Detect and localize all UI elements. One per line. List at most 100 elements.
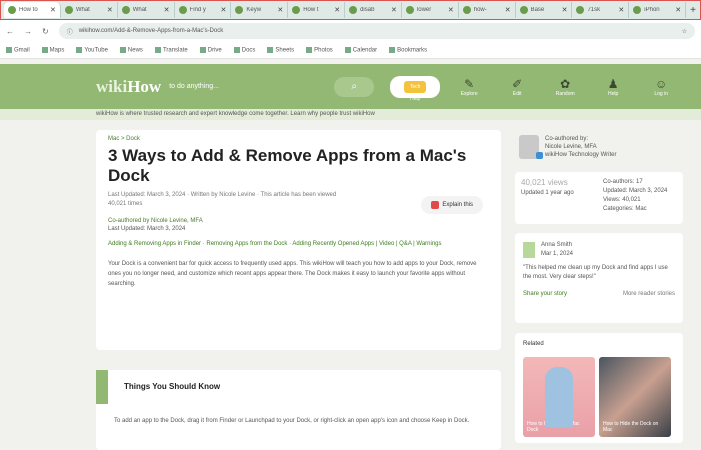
browser-tab[interactable]: Keyw ✕ — [231, 2, 289, 18]
wikihow-logo[interactable]: wikiHow — [96, 77, 161, 97]
header-nav: ✎ Explore ✐ Edit ✿ Random ♟ Help ☺ Log in — [454, 77, 676, 97]
header-nav-item[interactable]: ✿ Random — [550, 77, 580, 97]
browser-tab[interactable]: Find y ✕ — [175, 2, 232, 18]
bookmark-item[interactable]: Photos — [306, 46, 333, 53]
explain-button[interactable]: Explain this — [421, 196, 483, 214]
address-bar-row: ← → ↻ ⓘ wikihow.com/Add-&-Remove-Apps-fr… — [0, 20, 701, 42]
favicon-icon — [405, 6, 414, 14]
nav-label: Log in — [654, 90, 668, 97]
browser-tab[interactable]: how- ✕ — [459, 2, 516, 18]
close-tab-icon[interactable]: ✕ — [107, 6, 113, 14]
browser-tab[interactable]: How to ✕ — [4, 2, 61, 18]
related-card: Related How to Fix a Stuck Mac Dock How … — [515, 333, 683, 443]
article-intro: Your Dock is a convenient bar for quick … — [108, 261, 477, 287]
browser-tab[interactable]: Base ✕ — [516, 2, 573, 18]
author-name[interactable]: Nicole Levine, MFA — [545, 144, 597, 150]
browser-tab[interactable]: What ✕ — [61, 2, 118, 18]
bookmarks-bar: Gmail Maps YouTube News Translate Drive Docs Sh… — [0, 42, 701, 59]
bookmark-item[interactable]: Calendar — [344, 46, 378, 54]
search-box[interactable]: to do anything... ⌕ — [169, 76, 375, 98]
browser-tab[interactable]: 71sk ✕ — [572, 2, 630, 18]
header-nav-item[interactable]: ✐ Edit — [502, 77, 532, 97]
header-nav-item[interactable]: ☺ Log in — [646, 77, 676, 97]
close-tab-icon[interactable]: ✕ — [221, 6, 227, 14]
stats-card: 40,021 views Updated 1 year ago Co-author… — [515, 172, 683, 224]
bookmark-label: Calendar — [352, 47, 378, 54]
reload-button[interactable]: ↻ — [42, 27, 49, 36]
back-button[interactable]: ← — [6, 27, 14, 36]
header-nav-item[interactable]: ♟ Help — [598, 77, 628, 97]
review-text: "This helped me clean up my Dock and fin… — [523, 265, 668, 280]
favicon-icon — [64, 6, 73, 14]
bookmark-item[interactable]: YouTube — [76, 46, 108, 53]
bookmark-star-icon[interactable]: ☆ — [682, 28, 687, 35]
search-input[interactable]: to do anything... — [169, 83, 334, 90]
browser-tab[interactable]: iPhon ✕ — [629, 2, 687, 18]
reviewer-avatar — [523, 242, 535, 258]
search-icon[interactable]: ⌕ — [334, 76, 375, 97]
related-caption: How to Fix a Stuck Mac Dock — [527, 421, 580, 433]
close-tab-icon[interactable]: ✕ — [164, 6, 170, 14]
browser-tab[interactable]: lower ✕ — [402, 2, 459, 18]
close-tab-icon[interactable]: ✕ — [675, 6, 681, 14]
close-tab-icon[interactable]: ✕ — [50, 6, 56, 14]
bookmark-item[interactable]: Gmail — [6, 46, 30, 53]
tab-title: What — [132, 7, 147, 13]
nav-icon: ✐ — [512, 76, 523, 91]
site-info-icon[interactable]: ⓘ — [67, 27, 73, 36]
nav-label: Help — [608, 90, 619, 97]
new-tab-button[interactable]: + — [686, 5, 700, 16]
article-meta: Last Updated: March 3, 2024 · Written by… — [108, 192, 337, 207]
review-date: Mar 1, 2024 — [541, 251, 574, 257]
bookmark-favicon-icon — [119, 46, 126, 53]
tab-title: 71sk — [587, 7, 601, 13]
stat: Co-authors: 17 — [603, 179, 643, 185]
close-tab-icon[interactable]: ✕ — [277, 6, 283, 14]
stat: Updated: March 3, 2024 — [603, 188, 668, 194]
bookmark-favicon-icon — [344, 46, 351, 53]
bookmark-label: Translate — [162, 47, 188, 54]
bookmark-item[interactable]: Docs — [233, 46, 256, 54]
promo-badge[interactable]: Tech Help — [390, 75, 441, 102]
close-tab-icon[interactable]: ✕ — [618, 6, 624, 14]
method-links[interactable]: Adding & Removing Apps in Finder · Remov… — [108, 239, 489, 249]
bookmark-label: News — [127, 47, 143, 54]
header-nav-item[interactable]: ✎ Explore — [454, 77, 484, 97]
author-line: Co-authored by: — [545, 136, 589, 142]
favicon-icon — [235, 6, 244, 14]
more-stories-link[interactable]: More reader stories — [623, 290, 675, 299]
related-article-thumb[interactable]: How to Fix a Stuck Mac Dock — [523, 357, 595, 437]
bookmark-item[interactable]: Drive — [199, 46, 222, 53]
related-article-thumb[interactable]: How to Hide the Dock on Mac — [599, 357, 671, 437]
author-avatar[interactable] — [519, 135, 543, 159]
browser-tab[interactable]: What ✕ — [118, 2, 175, 18]
tab-title: disab — [360, 7, 375, 13]
share-story-link[interactable]: Share your story — [523, 290, 567, 299]
close-tab-icon[interactable]: ✕ — [391, 6, 397, 14]
bookmark-item[interactable]: Bookmarks — [389, 46, 427, 53]
browser-tab[interactable]: How t ✕ — [288, 2, 346, 18]
close-tab-icon[interactable]: ✕ — [448, 6, 454, 14]
bookmark-item[interactable]: Maps — [41, 46, 64, 53]
nav-label: Random — [555, 90, 575, 97]
bookmark-label: Docs — [241, 47, 256, 54]
url-input[interactable]: ⓘ wikihow.com/Add-&-Remove-Apps-from-a-M… — [58, 23, 695, 39]
article-card: Mac > Dock 3 Ways to Add & Remove Apps f… — [96, 130, 501, 350]
explain-label: Explain this — [442, 202, 473, 208]
favicon-icon — [121, 6, 130, 14]
bookmark-item[interactable]: News — [119, 46, 143, 54]
bookmark-item[interactable]: Sheets — [267, 46, 294, 53]
favicon-icon — [633, 6, 642, 14]
close-tab-icon[interactable]: ✕ — [505, 6, 511, 14]
browser-tab[interactable]: disab ✕ — [345, 2, 402, 18]
breadcrumb[interactable]: Mac > Dock — [108, 136, 489, 142]
bookmark-favicon-icon — [6, 46, 12, 53]
close-tab-icon[interactable]: ✕ — [334, 6, 340, 14]
coauthor-link[interactable]: Co-authored by Nicole Levine, MFA — [108, 218, 203, 224]
trust-banner[interactable]: wikiHow is where trusted research and ex… — [0, 109, 701, 120]
favicon-icon — [462, 6, 471, 14]
bookmark-item[interactable]: Translate — [154, 46, 188, 54]
close-tab-icon[interactable]: ✕ — [562, 6, 568, 14]
forward-button[interactable]: → — [24, 27, 32, 36]
stat[interactable]: Categories: Mac — [603, 206, 647, 212]
